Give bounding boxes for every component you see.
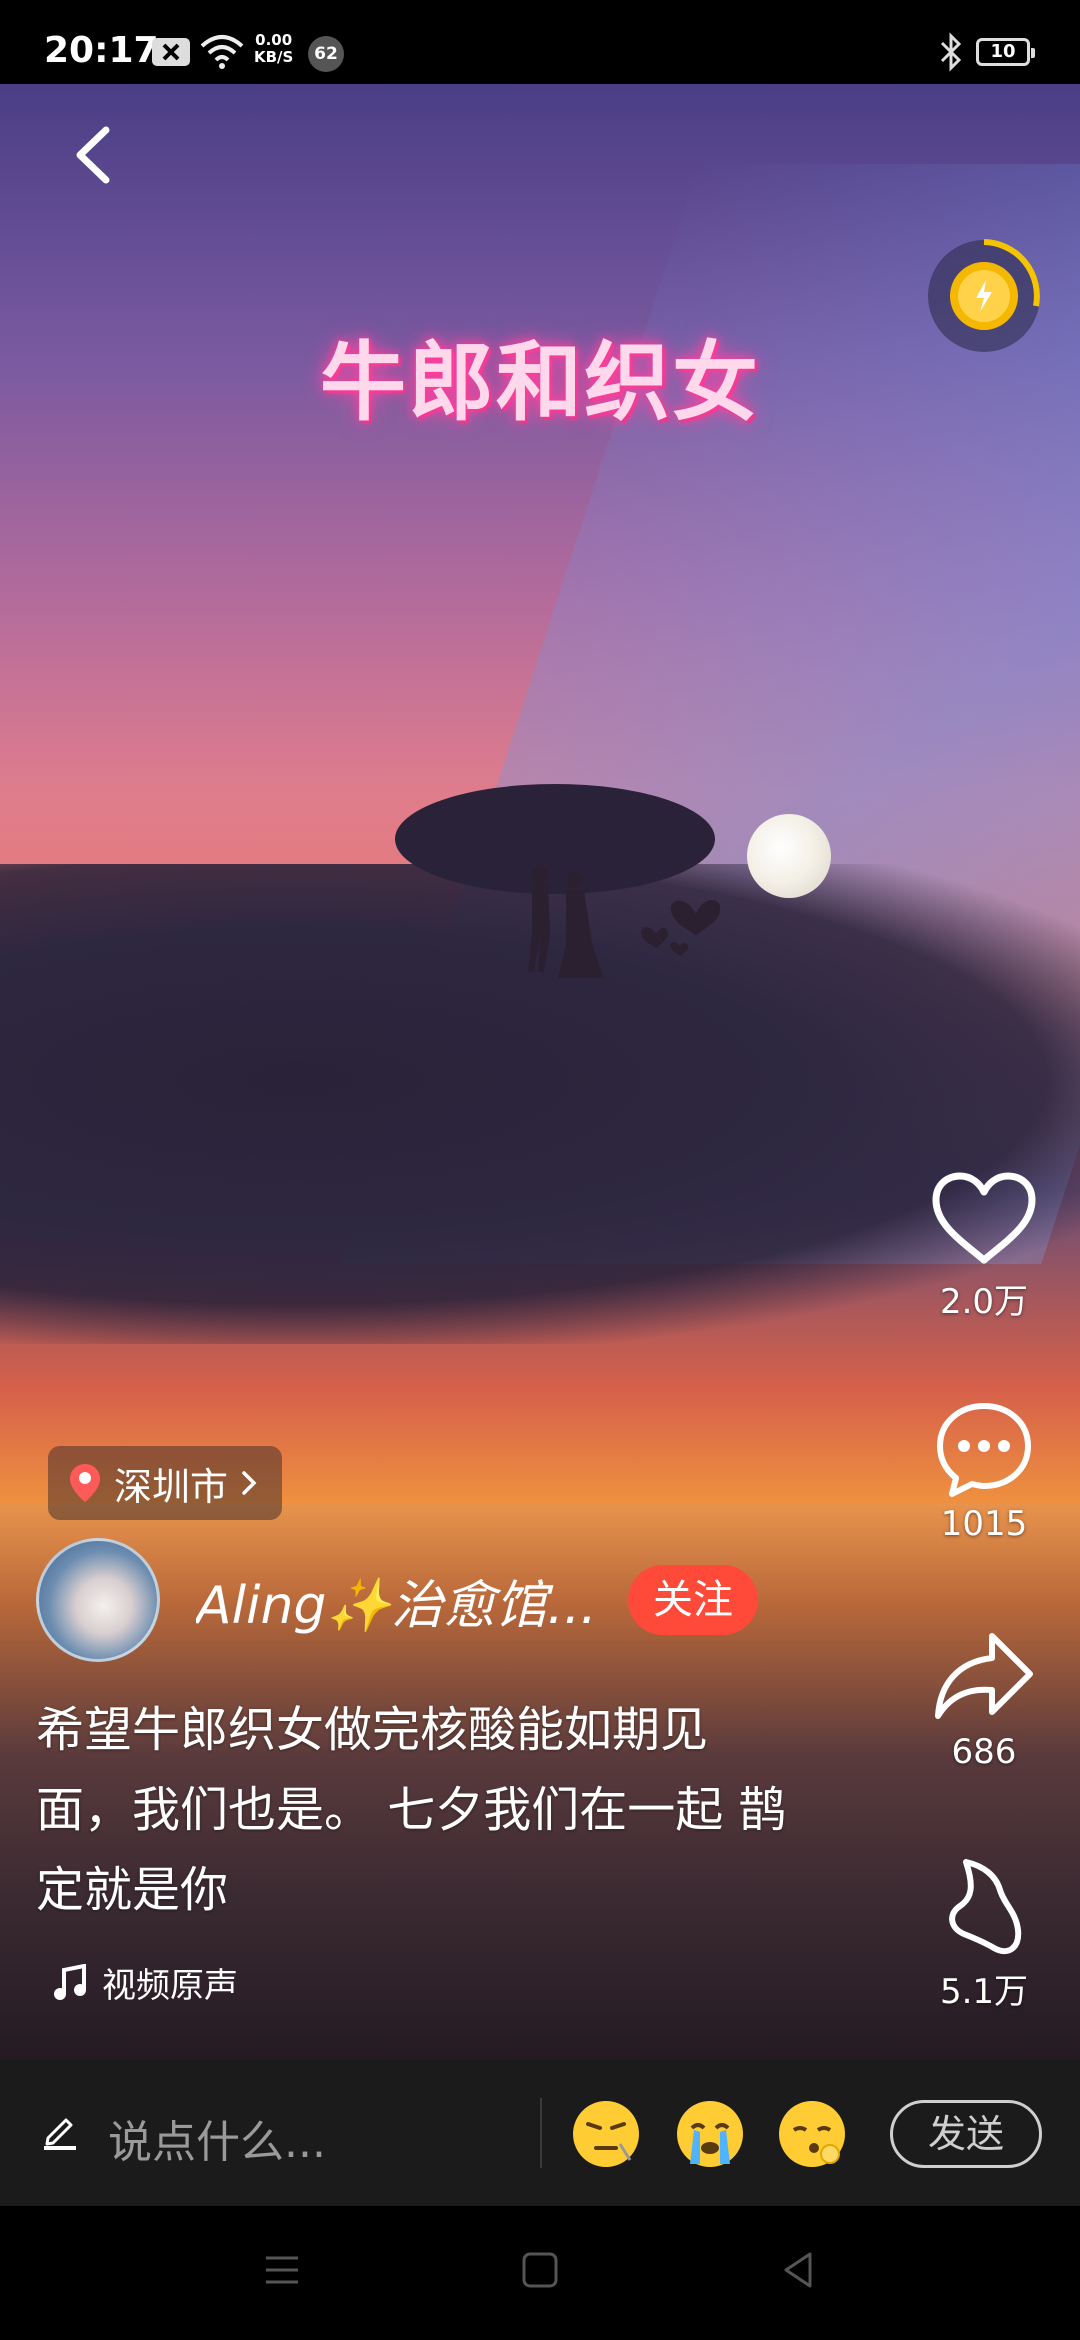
like-count: 2.0万 [939,1282,1029,1322]
like-action[interactable]: 2.0万 [920,1170,1048,1323]
chevron-right-icon [242,1471,257,1495]
comment-bar: 说点什么... 发送 [0,2060,1080,2206]
net-speed-unit: KB/S [254,48,294,66]
share-count: 686 [951,1732,1017,1772]
net-speed: 0.00 KB/S [254,32,293,66]
music-info[interactable]: 视频原声 [52,1958,238,2007]
emoji-crying-icon[interactable] [674,2098,746,2170]
location-pin-icon [70,1464,100,1502]
pen-icon [44,2118,76,2150]
video-overlay-title: 牛郎和织女 [320,333,760,433]
moon [747,814,831,898]
couple-silhouette [528,865,604,978]
avatar[interactable] [36,1538,160,1662]
home-nav-icon[interactable] [520,2250,560,2290]
sim-blocked-icon [152,38,190,66]
share-action[interactable]: 686 [920,1628,1048,1772]
system-nav-bar [0,2206,1080,2340]
back-button[interactable] [62,120,122,190]
menu-nav-icon[interactable] [262,2250,302,2290]
comment-count: 1015 [940,1504,1028,1544]
bluetooth-icon [940,32,962,72]
wifi-icon [200,35,244,69]
collect-icon[interactable] [944,1856,1024,1960]
comment-input[interactable]: 说点什么... [108,2106,326,2170]
music-title: 视频原声 [102,1966,238,2006]
battery-indicator: 10 [976,38,1035,66]
post-caption[interactable]: 希望牛郎织女做完核酸能如期见面，我们也是。 七夕我们在一起 鹊定就是你 [36,1690,796,1930]
emoji-smug-icon[interactable] [776,2098,848,2170]
emoji-annoyed-icon[interactable] [570,2098,642,2170]
heart-icon[interactable] [930,1170,1038,1270]
follow-button[interactable]: 关注 [628,1565,758,1635]
location-tag[interactable]: 深圳市 [48,1446,283,1520]
coin-reward-button[interactable] [924,236,1044,356]
net-speed-value: 0.00 [255,31,293,49]
author-row: Aling✨治愈馆... 关注 [36,1538,758,1662]
music-note-icon [54,1963,86,2000]
collect-count: 5.1万 [939,1972,1029,2012]
hearts-silhouette [641,899,721,956]
comment-action[interactable]: 1015 [920,1400,1048,1544]
back-nav-icon[interactable] [778,2250,818,2290]
collect-action[interactable]: 5.1万 [920,1856,1048,2013]
location-name: 深圳市 [114,1464,229,1509]
share-arrow-icon[interactable] [932,1628,1036,1728]
send-button[interactable]: 发送 [890,2100,1042,2168]
author-name[interactable]: Aling✨治愈馆... [196,1563,596,1638]
status-bar: 20:17 0.00 KB/S 62 10 [0,0,1080,84]
status-time: 20:17 [44,30,159,71]
notification-count-badge: 62 [308,36,344,72]
comment-bubble-icon[interactable] [934,1400,1034,1500]
divider [540,2098,542,2168]
